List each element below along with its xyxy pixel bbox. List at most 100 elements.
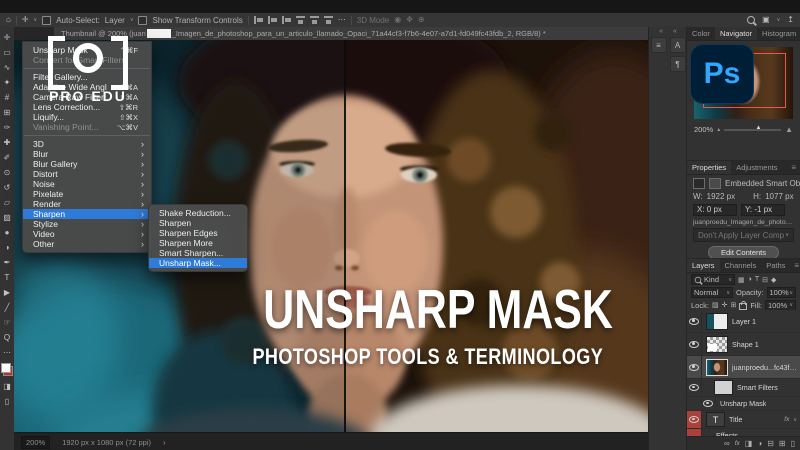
shape-filter-icon[interactable]: ⊟	[762, 276, 768, 284]
filter-menu-item[interactable]: Sharpen	[23, 209, 151, 219]
share-icon[interactable]: ↥	[787, 16, 794, 24]
filter-menu-item[interactable]: Blur	[23, 149, 151, 159]
layer-row[interactable]: Shape 1	[687, 333, 800, 356]
navigator-zoom-value[interactable]: 200%	[694, 125, 713, 134]
tool-button[interactable]: ⊞	[0, 105, 14, 120]
paragraph-panel-icon[interactable]: ¶	[670, 56, 686, 72]
tool-button[interactable]: ✐	[0, 150, 14, 165]
visibility-toggle[interactable]	[687, 356, 702, 378]
tool-button[interactable]: ▶	[0, 285, 14, 300]
tool-button[interactable]: T	[0, 270, 14, 285]
align-center-icon[interactable]	[268, 16, 277, 24]
layer-row-selected[interactable]: juanproedu...fc43fdb_2	[687, 356, 800, 379]
tool-button[interactable]: ☞	[0, 315, 14, 330]
filter-mask-thumbnail[interactable]	[714, 380, 733, 395]
panel-menu-icon[interactable]: ≡	[790, 259, 800, 272]
align-middle-icon[interactable]	[310, 16, 319, 24]
layer-style-icon[interactable]: fx	[735, 440, 740, 447]
auto-select-target-dropdown[interactable]: Layer	[105, 16, 125, 25]
filter-menu-item[interactable]: Distort	[23, 169, 151, 179]
panel-menu-icon[interactable]: ≡	[787, 161, 800, 174]
tab-adjustments[interactable]: Adjustments	[731, 161, 782, 174]
layer-effects-badge[interactable]: fx	[784, 416, 789, 423]
filter-menu-item[interactable]: Pixelate	[23, 189, 151, 199]
filter-menu-item[interactable]: Noise	[23, 179, 151, 189]
color-swatches[interactable]	[1, 363, 13, 376]
tab-channels[interactable]: Channels	[720, 259, 762, 272]
layer-filter-kind-dropdown[interactable]: Kind ∨	[691, 274, 735, 285]
sharpen-submenu-item[interactable]: Sharpen	[149, 218, 247, 228]
visibility-toggle[interactable]	[687, 411, 702, 428]
y-position-field[interactable]: Y: -1 px	[741, 204, 785, 216]
new-layer-icon[interactable]: ⊞	[779, 439, 786, 448]
tool-button[interactable]: ▭	[0, 45, 14, 60]
lock-transparency-icon[interactable]: ▨	[712, 301, 719, 309]
tool-button[interactable]: #	[0, 90, 14, 105]
blend-mode-dropdown[interactable]: Normal ∨	[691, 287, 733, 298]
filter-menu-item[interactable]	[24, 135, 150, 136]
layer-row[interactable]: Layer 1	[687, 310, 800, 333]
tool-button[interactable]: ▨	[0, 210, 14, 225]
tool-button[interactable]: ⋯	[0, 345, 14, 360]
visibility-toggle[interactable]	[687, 333, 702, 355]
zoom-level-field[interactable]: 200%	[21, 436, 50, 449]
more-align-options-icon[interactable]: ⋯	[338, 16, 346, 24]
tab-properties[interactable]: Properties	[687, 161, 731, 174]
filter-menu-item[interactable]: Video	[23, 229, 151, 239]
lock-all-icon[interactable]	[739, 303, 747, 310]
sharpen-submenu-item[interactable]: Smart Sharpen...	[149, 248, 247, 258]
tool-button[interactable]: ●	[0, 225, 14, 240]
sharpen-submenu-item[interactable]: Shake Reduction...	[149, 208, 247, 218]
align-bottom-icon[interactable]	[324, 16, 333, 24]
tab-histogram[interactable]: Histogram	[757, 27, 800, 40]
adjustment-filter-icon[interactable]: ◑	[748, 276, 752, 283]
tab-paths[interactable]: Paths	[761, 259, 790, 272]
chevron-down-icon[interactable]: ∨	[793, 417, 797, 423]
filter-menu-item[interactable]: Other	[23, 239, 151, 249]
smart-object-filter-icon[interactable]: ◆	[771, 276, 776, 284]
align-top-icon[interactable]	[296, 16, 305, 24]
search-icon[interactable]	[747, 16, 755, 24]
tool-button[interactable]: ∿	[0, 60, 14, 75]
link-layers-icon[interactable]: ∞	[724, 439, 730, 448]
layer-thumbnail[interactable]	[706, 313, 728, 330]
tool-button[interactable]: ✦	[0, 75, 14, 90]
tool-button[interactable]: ✛	[0, 30, 14, 45]
document-tab[interactable]: Thumbnail @ 200% (juan_Imagen_de_photosh…	[54, 27, 655, 40]
align-right-icon[interactable]	[282, 16, 291, 24]
tool-button[interactable]: ⊙	[0, 165, 14, 180]
type-filter-icon[interactable]: T	[755, 276, 759, 283]
tool-button[interactable]: ◑	[0, 240, 14, 255]
align-left-icon[interactable]	[254, 16, 263, 24]
tool-button[interactable]: ╱	[0, 300, 14, 315]
smart-filter-item-row[interactable]: Unsharp Mask	[687, 397, 800, 410]
layer-thumbnail[interactable]	[706, 336, 728, 353]
text-layer-thumbnail[interactable]	[706, 412, 725, 427]
layer-row[interactable]: Title fx ∨	[687, 410, 800, 429]
screen-mode-icon[interactable]: ▯	[0, 394, 14, 409]
adjustment-layer-icon[interactable]: ◑	[757, 439, 762, 448]
smart-filters-row[interactable]: Smart Filters	[687, 379, 800, 397]
slider-handle[interactable]: ▲	[755, 125, 761, 131]
move-tool-icon[interactable]: ✛	[22, 16, 29, 24]
layer-mask-icon[interactable]: ◨	[745, 439, 753, 448]
collapse-panels-icon[interactable]: «	[659, 28, 663, 35]
tool-button[interactable]: ✑	[0, 120, 14, 135]
pixel-filter-icon[interactable]: ▦	[738, 276, 745, 284]
tool-button[interactable]: Q	[0, 330, 14, 345]
status-options-icon[interactable]	[163, 438, 166, 447]
tool-button[interactable]: ↺	[0, 180, 14, 195]
navigator-zoom-slider[interactable]: ▲	[724, 129, 781, 131]
auto-select-checkbox[interactable]	[42, 16, 51, 25]
new-group-icon[interactable]: ⊟	[767, 439, 774, 448]
filter-menu-item[interactable]: Render	[23, 199, 151, 209]
visibility-toggle[interactable]	[687, 310, 702, 332]
filter-menu-item[interactable]: Liquify... ⇧⌘X	[23, 112, 151, 122]
filter-menu-item[interactable]: Blur Gallery	[23, 159, 151, 169]
opacity-field[interactable]: 100% ∨	[767, 287, 796, 298]
workspace-icon[interactable]: ▣	[762, 16, 770, 24]
sharpen-submenu-item[interactable]: Sharpen Edges	[149, 228, 247, 238]
fill-field[interactable]: 100% ∨	[765, 300, 796, 311]
lock-position-icon[interactable]: ⊞	[730, 301, 736, 309]
layer-comp-dropdown[interactable]: Don't Apply Layer Comp ∨	[693, 228, 794, 242]
